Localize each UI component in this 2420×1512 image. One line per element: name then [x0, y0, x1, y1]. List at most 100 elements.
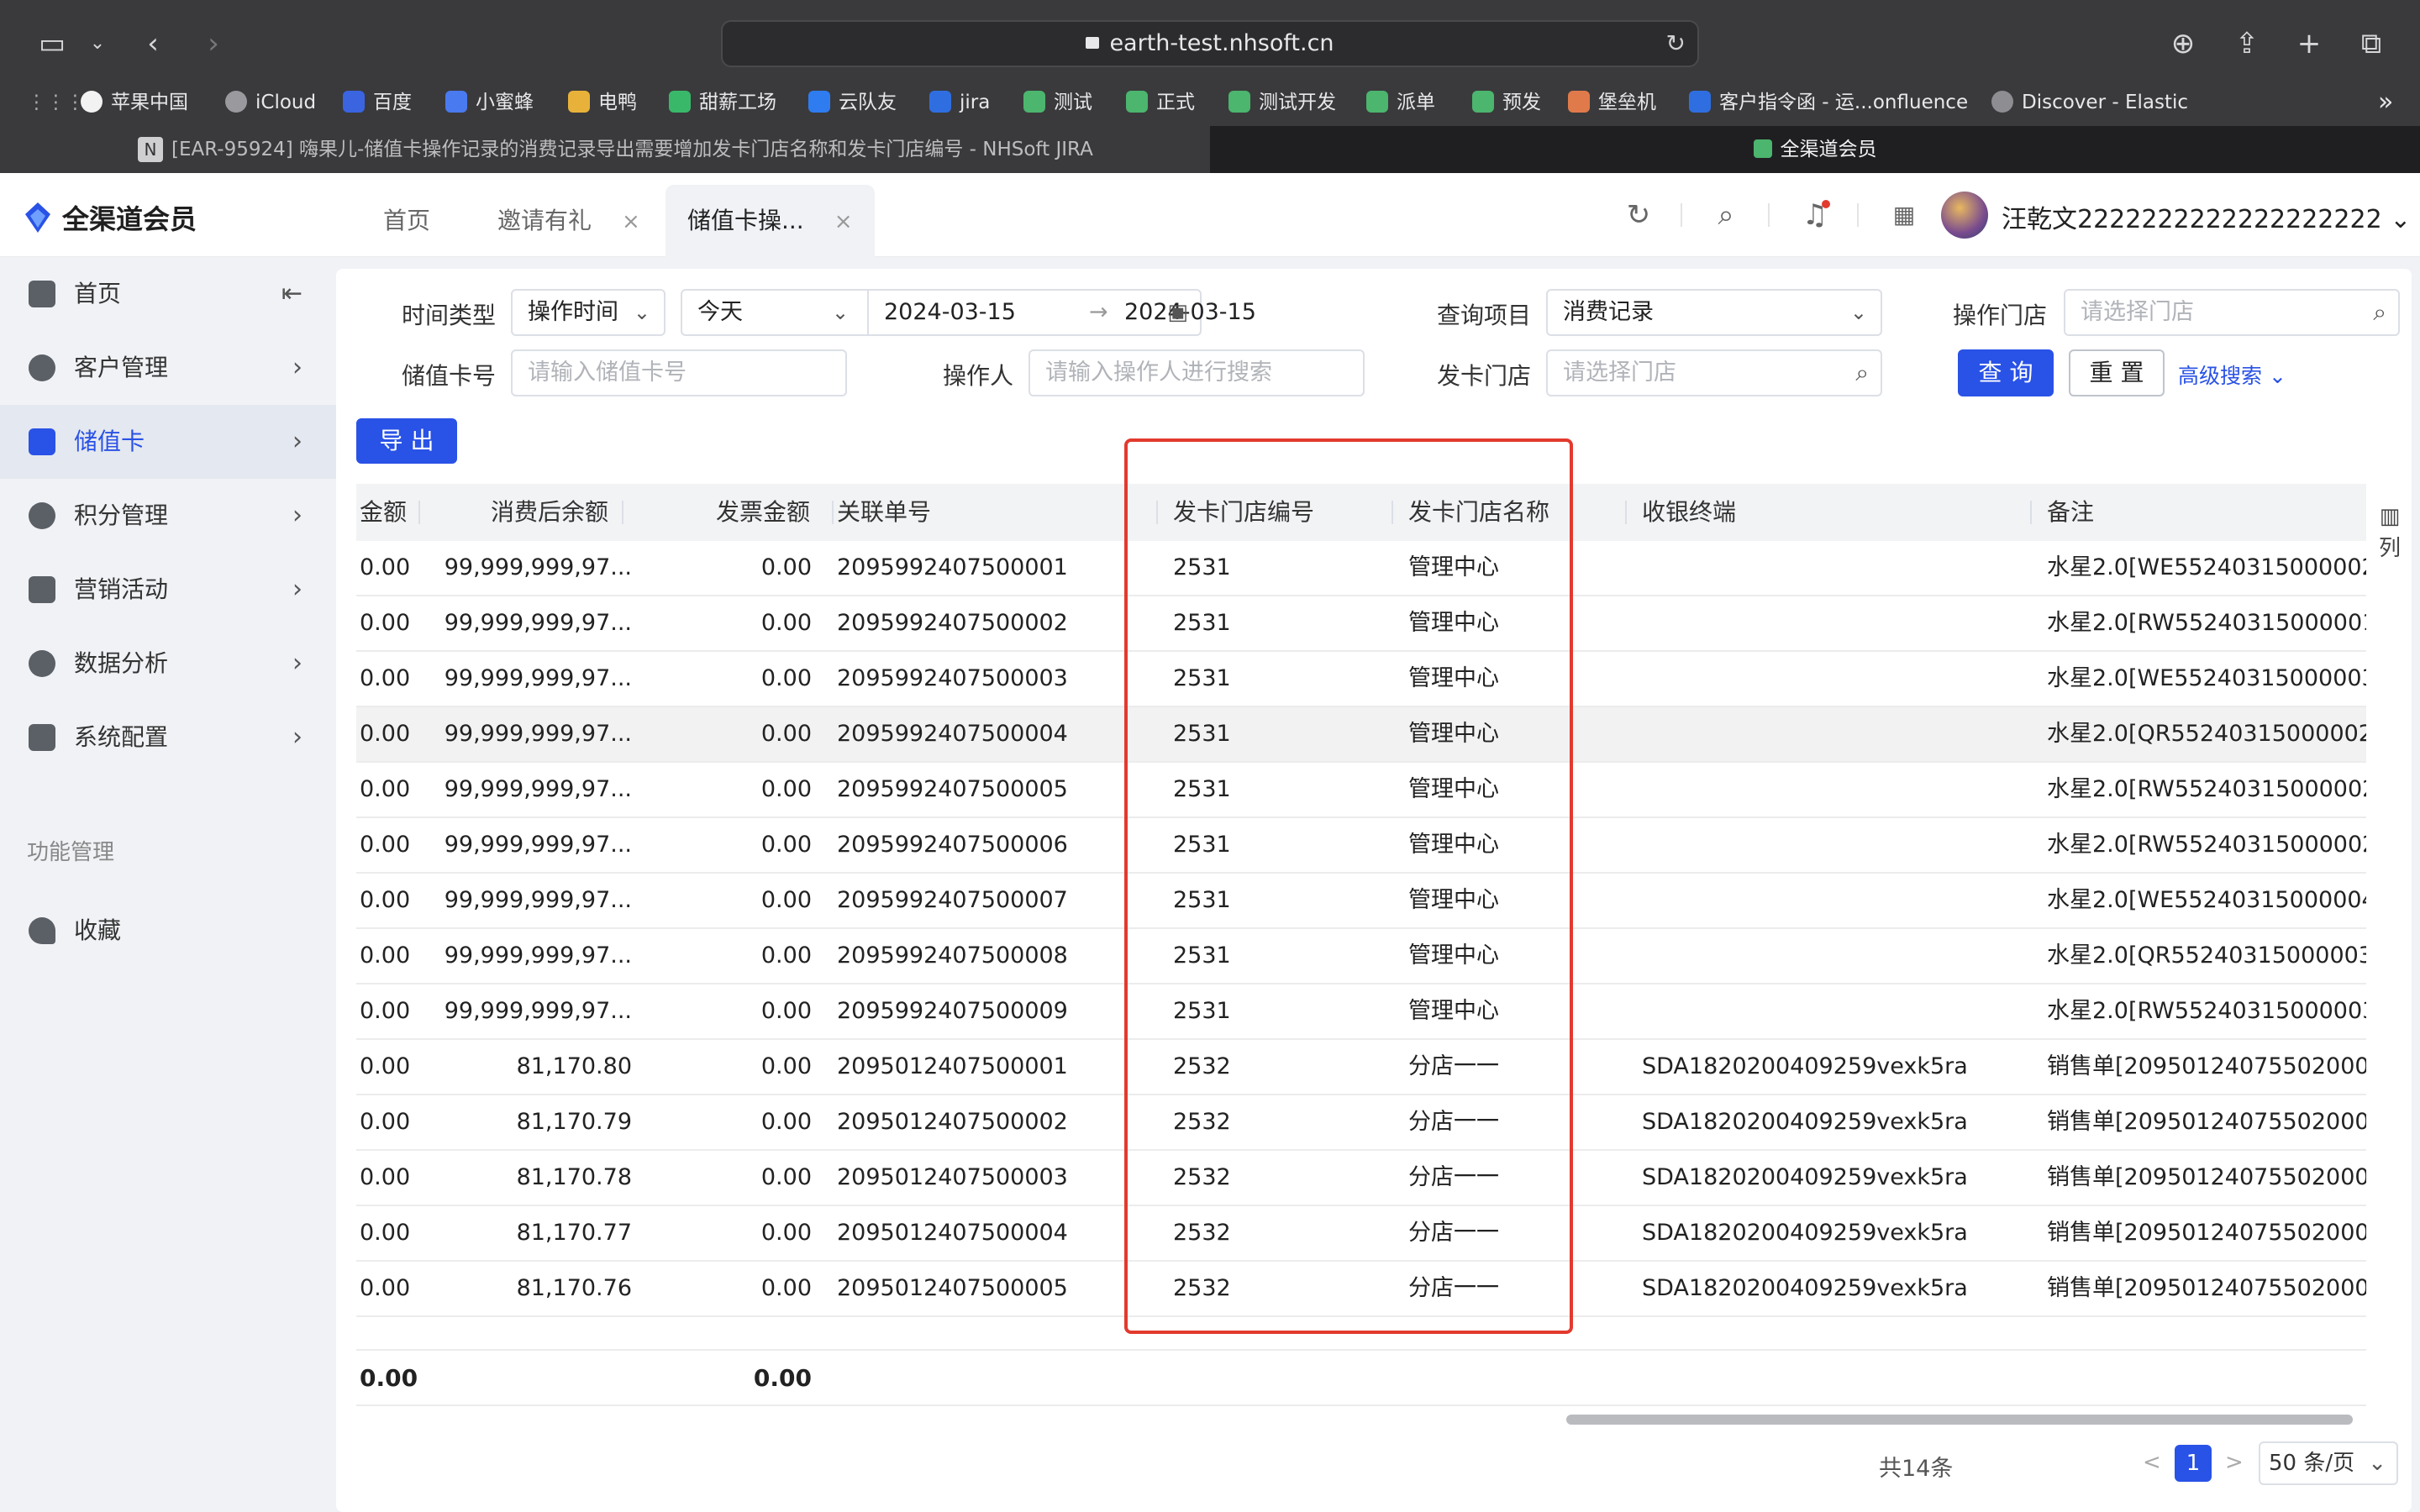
chevron-down-icon[interactable]: ⌄ [79, 25, 116, 62]
col-terminal[interactable]: 收银终端 [1642, 484, 1736, 541]
bookmark-item[interactable]: 电鸭 [568, 87, 637, 118]
bookmark-item[interactable]: 云队友 [808, 87, 897, 118]
col-balance[interactable]: 消费后余额 [491, 484, 608, 541]
search-icon[interactable]: ⌕ [1855, 351, 1869, 395]
bookmark-item[interactable]: 正式 [1126, 87, 1195, 118]
issue-store-input[interactable]: 请选择门店 ⌕ [1546, 349, 1882, 396]
col-invoice[interactable]: 发票金额 [716, 484, 810, 541]
close-icon[interactable]: × [834, 209, 853, 234]
start-date[interactable]: 2024-03-15 [884, 291, 1016, 334]
table-row[interactable]: 0.00 81,170.79 0.00 2095012407500002 253… [356, 1095, 2366, 1151]
user-name[interactable]: 汪乾文2222222222222222222 ⌄ [2002, 198, 2411, 235]
app-logo[interactable]: 全渠道会员 [25, 198, 197, 237]
table-row[interactable]: 0.00 99,999,999,97... 0.00 2095992407500… [356, 763, 2366, 818]
sidebar-item-marketing[interactable]: 营销活动 › [0, 553, 336, 627]
query-item-select[interactable]: 消费记录 ⌄ [1546, 289, 1882, 336]
apps-grid-icon[interactable]: ⋮⋮⋮ [27, 87, 85, 118]
table-row[interactable]: 0.00 99,999,999,97... 0.00 2095992407500… [356, 707, 2366, 763]
op-store-label: 操作门店 [1953, 302, 2048, 329]
col-ref-no[interactable]: 关联单号 [837, 484, 931, 541]
horizontal-scrollbar[interactable] [356, 1411, 2366, 1428]
page-size-select[interactable]: 50 条/页 ⌄ [2259, 1441, 2398, 1485]
col-divider [418, 501, 420, 524]
time-type-select[interactable]: 操作时间 ⌄ [511, 289, 666, 336]
search-icon[interactable]: ⌕ [1709, 198, 1743, 232]
calendar-icon[interactable]: ▣ [1167, 291, 1188, 334]
prev-page-button[interactable]: < [2143, 1450, 2161, 1475]
bookmark-item[interactable]: iCloud [225, 87, 316, 118]
table-row[interactable]: 0.00 81,170.78 0.00 2095012407500003 253… [356, 1151, 2366, 1206]
bookmark-item[interactable]: 测试 [1023, 87, 1092, 118]
sidebar-item-stored-card[interactable]: 储值卡 › [0, 405, 336, 479]
col-issue-store-name[interactable]: 发卡门店名称 [1408, 484, 1549, 541]
bookmark-item[interactable]: 甜薪工场 [669, 87, 776, 118]
collapse-sidebar-icon[interactable]: ⇤ [281, 257, 302, 331]
close-icon[interactable]: × [622, 209, 640, 234]
export-button[interactable]: 导 出 [356, 418, 457, 464]
sidebar-item-customers[interactable]: 客户管理 › [0, 331, 336, 405]
bookmark-item[interactable]: 小蜜蜂 [445, 87, 534, 118]
bookmark-item[interactable]: 预发 [1472, 87, 1541, 118]
table-row[interactable]: 0.00 99,999,999,97... 0.00 2095992407500… [356, 874, 2366, 929]
table-row[interactable]: 0.00 99,999,999,97... 0.00 2095992407500… [356, 596, 2366, 652]
tab-stored-card[interactable]: 储值卡操... × [666, 185, 875, 257]
col-remark[interactable]: 备注 [2047, 484, 2094, 541]
advanced-search-link[interactable]: 高级搜索 ⌄ [2178, 360, 2286, 390]
avatar[interactable] [1941, 192, 1988, 239]
refresh-icon[interactable]: ↻ [1622, 198, 1655, 232]
sidebar-item-analytics[interactable]: 数据分析 › [0, 627, 336, 701]
sidebar-item-settings[interactable]: 系统配置 › [0, 701, 336, 774]
operator-input[interactable]: 请输入操作人进行搜索 [1028, 349, 1365, 396]
table-row[interactable]: 0.00 99,999,999,97... 0.00 2095992407500… [356, 818, 2366, 874]
search-icon[interactable]: ⌕ [2373, 291, 2386, 334]
browser-tab-jira[interactable]: N [EAR-95924] 嗨果儿-储值卡操作记录的消费记录导出需要增加发卡门店名… [134, 126, 1207, 173]
bookmark-item[interactable]: 堡垒机 [1568, 87, 1656, 118]
reset-button[interactable]: 重 置 [2069, 349, 2165, 396]
op-store-input[interactable]: 请选择门店 ⌕ [2064, 289, 2400, 336]
col-amount[interactable]: 金额 [360, 484, 407, 541]
search-button[interactable]: 查 询 [1958, 349, 2054, 396]
bookmark-item[interactable]: 苹果中国 [81, 87, 188, 118]
browser-tab-active[interactable]: 全渠道会员 [1210, 126, 2420, 173]
sidebar-item-home[interactable]: 首页 ⇤ [0, 257, 336, 331]
sidebar-toggle-icon[interactable]: ▭ [34, 25, 71, 62]
table-row[interactable]: 0.00 99,999,999,97... 0.00 2095992407500… [356, 541, 2366, 596]
table-row[interactable]: 0.00 99,999,999,97... 0.00 2095992407500… [356, 984, 2366, 1040]
table-row[interactable]: 0.00 99,999,999,97... 0.00 2095992407500… [356, 929, 2366, 984]
tab-invite[interactable]: 邀请有礼 × [497, 185, 640, 257]
sidebar-item-points[interactable]: 积分管理 › [0, 479, 336, 553]
bookmark-item[interactable]: 客户指令函 - 运...onfluence [1689, 87, 1968, 118]
back-icon[interactable]: ‹ [134, 25, 171, 62]
table-row[interactable]: 0.00 81,170.76 0.00 2095012407500005 253… [356, 1262, 2366, 1317]
page-1-button[interactable]: 1 [2175, 1445, 2212, 1482]
download-icon[interactable]: ⊕ [2165, 25, 2202, 62]
bookmark-item[interactable]: jira [929, 87, 990, 118]
reload-icon[interactable]: ↻ [1666, 22, 1686, 66]
tab-overview-icon[interactable]: ⧉ [2353, 25, 2390, 62]
bookmark-item[interactable]: Discover - Elastic [1991, 87, 2188, 118]
apps-grid-icon[interactable]: ▦ [1886, 198, 1919, 232]
col-divider [2030, 501, 2032, 524]
bookmark-item[interactable]: 派单 [1366, 87, 1435, 118]
table-row[interactable]: 0.00 99,999,999,97... 0.00 2095992407500… [356, 652, 2366, 707]
card-no-input[interactable]: 请输入储值卡号 [511, 349, 847, 396]
tab-home[interactable]: 首页 [383, 185, 430, 257]
bookmark-item[interactable]: 百度 [343, 87, 412, 118]
new-tab-icon[interactable]: + [2291, 25, 2328, 62]
address-bar[interactable]: earth-test.nhsoft.cn ↻ [721, 20, 1699, 67]
bell-icon[interactable]: ♫ [1798, 198, 1832, 232]
table-row[interactable]: 0.00 81,170.77 0.00 2095012407500004 253… [356, 1206, 2366, 1262]
end-date[interactable]: 2024-03-15 [1124, 291, 1256, 334]
scrollbar-thumb[interactable] [1566, 1415, 2353, 1425]
column-settings-button[interactable]: ▥ 列 [2371, 501, 2408, 564]
share-icon[interactable]: ⇪ [2228, 25, 2265, 62]
period-select[interactable]: 今天 [697, 291, 743, 334]
more-bookmarks-icon[interactable]: » [2378, 87, 2393, 118]
next-page-button[interactable]: > [2225, 1450, 2244, 1475]
date-range-picker[interactable]: 今天 ⌄ 2024-03-15 → 2024-03-15 ▣ [681, 289, 1256, 336]
table-row[interactable]: 0.00 81,170.80 0.00 2095012407500001 253… [356, 1040, 2366, 1095]
sidebar-item-favorites[interactable]: 收藏 [0, 894, 336, 968]
bookmark-item[interactable]: 测试开发 [1228, 87, 1336, 118]
col-issue-store-code[interactable]: 发卡门店编号 [1173, 484, 1314, 541]
forward-icon[interactable]: › [195, 25, 232, 62]
